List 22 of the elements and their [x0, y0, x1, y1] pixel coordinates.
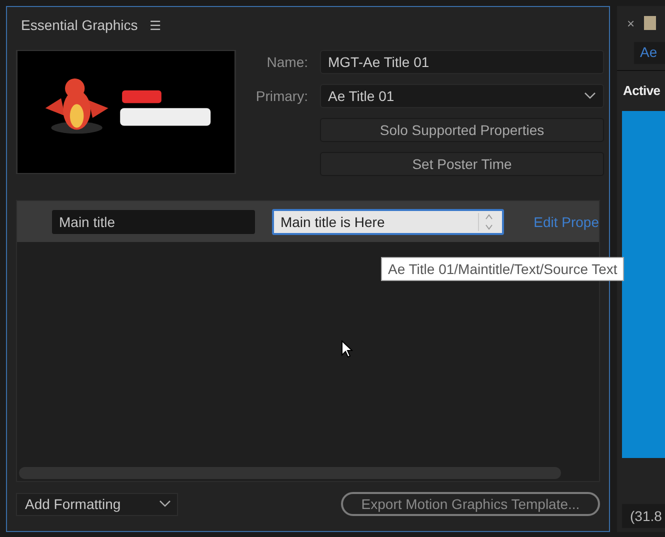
- primary-dropdown[interactable]: Ae Title 01: [320, 84, 604, 108]
- export-button[interactable]: Export Motion Graphics Template...: [341, 492, 600, 516]
- panel-button[interactable]: Solo Supported Properties: [320, 118, 604, 142]
- text-input[interactable]: Main title is Here: [272, 208, 504, 234]
- field-label: Primary:: [254, 87, 308, 106]
- spinner-icon[interactable]: [478, 212, 494, 230]
- caret-icon: [584, 92, 596, 100]
- value-field[interactable]: (31.8: [622, 504, 665, 528]
- panel-title: Essential Graphics: [21, 17, 138, 33]
- menu-icon[interactable]: ☰: [150, 18, 162, 32]
- panel-color-icon: [644, 16, 656, 30]
- close-button[interactable]: ×: [627, 16, 635, 30]
- panel-button[interactable]: Set Poster Time: [320, 152, 604, 176]
- field-label: Name:: [266, 53, 308, 72]
- tab[interactable]: Ae: [634, 42, 665, 64]
- name-field[interactable]: MGT-Ae Title 01: [320, 50, 604, 74]
- mouse-pointer-icon: [341, 340, 353, 358]
- add-formatting-dropdown[interactable]: Add Formatting: [16, 492, 178, 516]
- section-heading: Active: [622, 82, 662, 100]
- property-name-field[interactable]: Main title: [52, 210, 256, 234]
- caret-icon: [159, 500, 171, 508]
- tooltip: Ae Title 01/Maintitle/Text/Source Text: [381, 257, 624, 281]
